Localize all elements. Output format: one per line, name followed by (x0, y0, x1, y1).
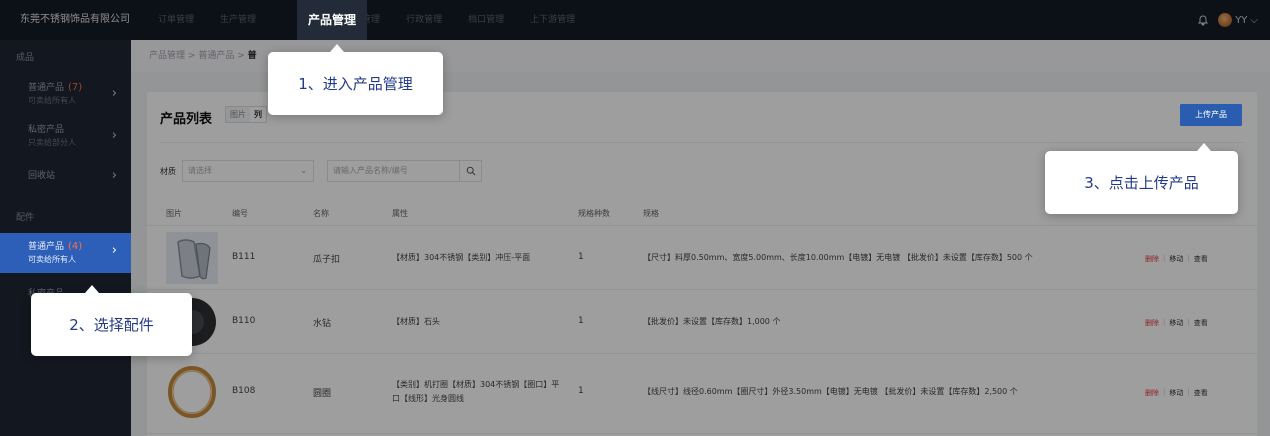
separator: | (1163, 254, 1166, 262)
filter-bar: 材质 请选择 ⌄ 请输入产品名称/编号 (160, 160, 482, 182)
chevron-down-icon: ⌄ (300, 166, 307, 175)
chevron-right-icon: › (111, 243, 117, 258)
col-spec: 规格 (643, 209, 659, 218)
nav-products[interactable]: 产品管理 (297, 0, 367, 40)
view-toggle: 图片 列 (225, 106, 267, 123)
bell-icon[interactable] (1198, 14, 1209, 26)
sidebar-group-parts: 配件 (16, 213, 35, 223)
callout-step-1: 1、进入产品管理 (268, 44, 443, 115)
product-image-clasp (166, 232, 218, 284)
product-code: B111 (232, 252, 256, 262)
product-spec: 【批发价】未设置【库存数】1,000 个 (643, 317, 781, 326)
callout-step-3: 3、点击上传产品 (1045, 143, 1238, 214)
user-menu[interactable]: YY ⌵ (1218, 13, 1258, 27)
move-link[interactable]: 移动 (1169, 388, 1183, 398)
product-name: 水钻 (313, 319, 332, 329)
nav-supply-chain[interactable]: 上下游管理 (517, 0, 588, 40)
divider (160, 142, 1244, 143)
product-attr: 【材质】304不锈钢【类别】冲压-平面 (392, 253, 531, 262)
table-row[interactable]: B110 水钻 【材质】石头 1 【批发价】未设置【库存数】1,000 个 删除… (147, 290, 1257, 354)
count-badge: (4) (68, 241, 83, 252)
product-attr: 【类别】机打圈【材质】304不锈钢【圈口】平口【线形】光身圆线 (392, 380, 560, 403)
col-attr: 属性 (392, 209, 408, 218)
nav-stall[interactable]: 档口管理 (455, 0, 517, 40)
nav-production[interactable]: 生产管理 (207, 0, 269, 40)
product-attr: 【材质】石头 (392, 317, 440, 326)
col-image: 图片 (166, 209, 182, 218)
product-name: 瓜子扣 (313, 255, 341, 265)
view-image-button[interactable]: 图片 (226, 107, 250, 122)
table-row[interactable]: B108 圆圈 【类别】机打圈【材质】304不锈钢【圈口】平口【线形】光身圆线 … (147, 354, 1257, 434)
search-icon (466, 166, 475, 176)
view-link[interactable]: 查看 (1194, 388, 1208, 398)
user-area: YY ⌵ (1198, 0, 1258, 40)
separator: | (1187, 318, 1190, 326)
product-code: B110 (232, 316, 256, 326)
delete-link[interactable]: 删除 (1145, 318, 1159, 328)
username: YY (1235, 14, 1248, 26)
breadcrumb-sep: > (237, 51, 245, 61)
breadcrumb-current: 普 (247, 51, 257, 61)
nav-admin[interactable]: 行政管理 (393, 0, 455, 40)
move-link[interactable]: 移动 (1169, 254, 1183, 264)
sidebar-item-label: 普通产品 (28, 242, 65, 252)
breadcrumb-item[interactable]: 普通产品 (198, 51, 234, 61)
sidebar-item-parts-normal[interactable]: 普通产品 (4) 可卖给所有人 › (0, 233, 131, 273)
callout-step-2: 2、选择配件 (31, 285, 192, 356)
avatar (1218, 13, 1233, 27)
upload-product-button[interactable]: 上传产品 (1180, 104, 1242, 126)
chevron-down-icon: ⌵ (1250, 14, 1258, 26)
spec-count: 1 (578, 252, 584, 262)
table-row[interactable]: B111 瓜子扣 【材质】304不锈钢【类别】冲压-平面 1 【尺寸】料厚0.5… (147, 226, 1257, 290)
page-title: 产品列表 (160, 112, 213, 127)
separator: | (1163, 318, 1166, 326)
product-spec: 【尺寸】料厚0.50mm、宽度5.00mm、长度10.00mm【电镀】无电镀 【… (643, 253, 1033, 262)
sidebar-group-finished: 成品 (16, 53, 35, 63)
sidebar-item-label: 私密产品 (28, 125, 65, 135)
row-actions: 删除 | 移动 | 查看 (1145, 388, 1208, 398)
separator: | (1187, 388, 1190, 396)
col-name: 名称 (313, 209, 329, 218)
col-spec-count: 规格种数 (578, 209, 610, 218)
material-label: 材质 (160, 166, 176, 176)
spec-count: 1 (578, 386, 584, 396)
delete-link[interactable]: 删除 (1145, 388, 1159, 398)
row-actions: 删除 | 移动 | 查看 (1145, 254, 1208, 264)
product-name: 圆圈 (313, 389, 332, 399)
separator: | (1163, 388, 1166, 396)
breadcrumb-item[interactable]: 产品管理 (149, 51, 185, 61)
company-name: 东莞不锈钢饰品有限公司 (20, 14, 130, 25)
breadcrumb-sep: > (187, 51, 196, 61)
move-link[interactable]: 移动 (1169, 318, 1183, 328)
count-badge: (7) (68, 82, 83, 93)
top-bar: 东莞不锈钢饰品有限公司 订单管理 生产管理 产品管理 仓库管理 行政管理 档口管… (0, 0, 1270, 40)
sidebar-item-recycle-bin[interactable]: 回收站 › (0, 160, 131, 192)
sidebar-item-label: 普通产品 (28, 83, 65, 93)
product-image-ring (166, 366, 218, 418)
product-code: B108 (232, 386, 256, 396)
view-list-button[interactable]: 列 (250, 107, 266, 122)
select-placeholder: 请选择 (188, 166, 212, 175)
view-link[interactable]: 查看 (1194, 318, 1208, 328)
product-spec: 【线尺寸】线径0.60mm【圈尺寸】外径3.50mm【电镀】无电镀 【批发价】未… (643, 387, 1018, 396)
delete-link[interactable]: 删除 (1145, 254, 1159, 264)
search-button[interactable] (460, 160, 482, 182)
spec-count: 1 (578, 316, 584, 326)
chevron-right-icon: › (111, 128, 117, 143)
product-list-panel: 产品列表 图片 列 上传产品 材质 请选择 ⌄ 请输入产品名称/编号 图片 编号… (147, 92, 1257, 436)
nav-orders[interactable]: 订单管理 (145, 0, 207, 40)
col-code: 编号 (232, 209, 248, 218)
chevron-right-icon: › (111, 86, 117, 101)
separator: | (1187, 254, 1190, 262)
sidebar-item-finished-normal[interactable]: 普通产品 (7) 可卖给所有人 › (0, 76, 131, 118)
view-link[interactable]: 查看 (1194, 254, 1208, 264)
sidebar-item-finished-private[interactable]: 私密产品 只卖给部分人 › (0, 118, 131, 160)
search-input[interactable]: 请输入产品名称/编号 (327, 160, 460, 182)
row-actions: 删除 | 移动 | 查看 (1145, 318, 1208, 328)
material-select[interactable]: 请选择 ⌄ (182, 160, 314, 182)
chevron-right-icon: › (111, 168, 117, 183)
